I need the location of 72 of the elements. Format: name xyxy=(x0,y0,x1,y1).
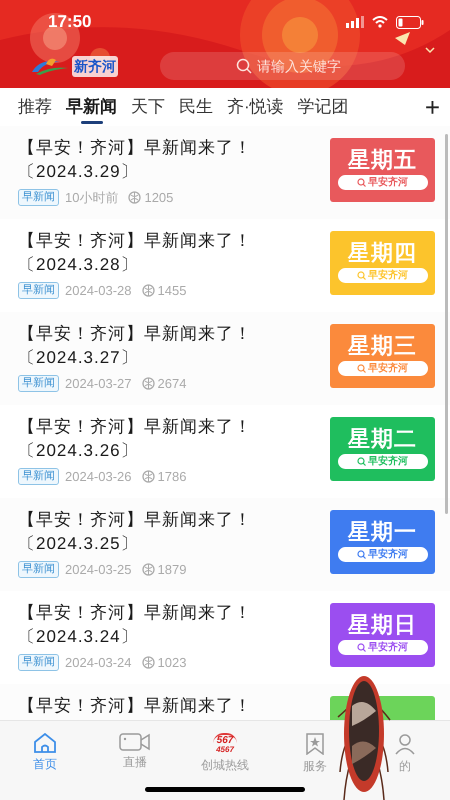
view-count: 1455 xyxy=(158,282,186,300)
battery-icon xyxy=(396,16,424,28)
views-icon xyxy=(142,284,154,298)
category-tab[interactable]: 天下 xyxy=(131,88,165,126)
add-tab-button[interactable]: + xyxy=(424,94,440,120)
brand-text: 早安齐河 xyxy=(368,362,408,375)
views-icon xyxy=(142,563,154,576)
video-camera-icon xyxy=(119,733,151,751)
weekday-text: 星期一 xyxy=(348,520,417,544)
view-count: 1879 xyxy=(158,561,186,579)
search-icon xyxy=(357,178,366,187)
view-count: 1786 xyxy=(158,468,186,486)
category-tab[interactable]: 民生 xyxy=(179,88,213,126)
search-icon xyxy=(357,271,366,280)
article-title[interactable]: 【早安！齐河】早新闻来了！〔2024.3.29〕 xyxy=(18,136,313,184)
article-title[interactable]: 【早安！齐河】早新闻来了！〔2024.3.25〕 xyxy=(18,508,313,556)
brand-text: 早安齐河 xyxy=(368,176,408,189)
weekday-text: 星期五 xyxy=(348,148,417,172)
logo-text: 新齐河 xyxy=(72,56,118,76)
status-time: 17:50 xyxy=(48,11,92,34)
view-count: 2674 xyxy=(158,375,186,393)
publish-time: 2024-03-25 xyxy=(65,561,132,579)
weekday-text: 星期四 xyxy=(348,241,417,265)
category-tag: 早新闻 xyxy=(18,375,59,392)
category-tab[interactable]: 齐·悦读 xyxy=(227,88,284,126)
hotline-number: 4567 xyxy=(216,745,234,754)
hotline-number: 567 xyxy=(216,736,234,745)
weekday-text: 星期日 xyxy=(348,613,417,637)
category-tag: 早新闻 xyxy=(18,654,59,672)
search-icon xyxy=(357,550,366,559)
publish-time: 10小时前 xyxy=(65,189,118,207)
weekday-text: 星期二 xyxy=(348,427,417,451)
article-thumbnail[interactable]: 星期一 早安齐河 xyxy=(330,510,435,574)
article-thumbnail[interactable]: 星期日 早安齐河 xyxy=(330,603,435,667)
wifi-icon xyxy=(372,16,388,28)
category-tab[interactable]: 早新闻 xyxy=(66,88,117,126)
bookmark-star-icon xyxy=(305,733,325,755)
publish-time: 2024-03-27 xyxy=(65,375,132,393)
category-tab[interactable]: 推荐 xyxy=(18,88,52,126)
nav-tab[interactable]: 567 4567 创城热线 xyxy=(201,721,249,771)
category-tab[interactable]: 学记团 xyxy=(298,88,349,126)
signal-icon xyxy=(346,16,364,28)
person-icon xyxy=(394,733,416,755)
weekday-text: 星期三 xyxy=(348,334,417,358)
view-count: 1205 xyxy=(144,189,174,207)
brand-text: 早安齐河 xyxy=(368,455,408,468)
brand-text: 早安齐河 xyxy=(368,548,408,561)
views-icon xyxy=(128,191,142,204)
views-icon xyxy=(142,470,154,484)
brand-text: 早安齐河 xyxy=(368,269,408,282)
home-icon xyxy=(33,733,57,753)
search-icon xyxy=(236,58,252,74)
publish-time: 2024-03-28 xyxy=(65,282,132,300)
article-title[interactable]: 【早安！齐河】早新闻来了！〔2024.3.28〕 xyxy=(18,229,313,277)
search-icon xyxy=(357,643,366,652)
category-tag: 早新闻 xyxy=(18,189,59,206)
article-title[interactable]: 【早安！齐河】早新闻来了！ xyxy=(18,694,313,718)
article-title[interactable]: 【早安！齐河】早新闻来了！〔2024.3.26〕 xyxy=(18,415,313,463)
category-tag: 早新闻 xyxy=(18,468,59,486)
views-icon xyxy=(142,377,154,390)
article-title[interactable]: 【早安！齐河】早新闻来了！〔2024.3.24〕 xyxy=(18,601,313,649)
category-tag: 早新闻 xyxy=(18,282,59,300)
category-tag: 早新闻 xyxy=(18,561,59,578)
search-icon xyxy=(357,364,366,373)
view-count: 1023 xyxy=(158,654,186,672)
publish-time: 2024-03-26 xyxy=(65,468,132,486)
publish-time: 2024-03-24 xyxy=(65,654,132,672)
search-icon xyxy=(357,457,366,466)
views-icon xyxy=(142,656,154,670)
tab-indicator xyxy=(80,121,102,124)
brand-text: 早安齐河 xyxy=(368,641,408,654)
article-title[interactable]: 【早安！齐河】早新闻来了！〔2024.3.27〕 xyxy=(18,322,313,370)
